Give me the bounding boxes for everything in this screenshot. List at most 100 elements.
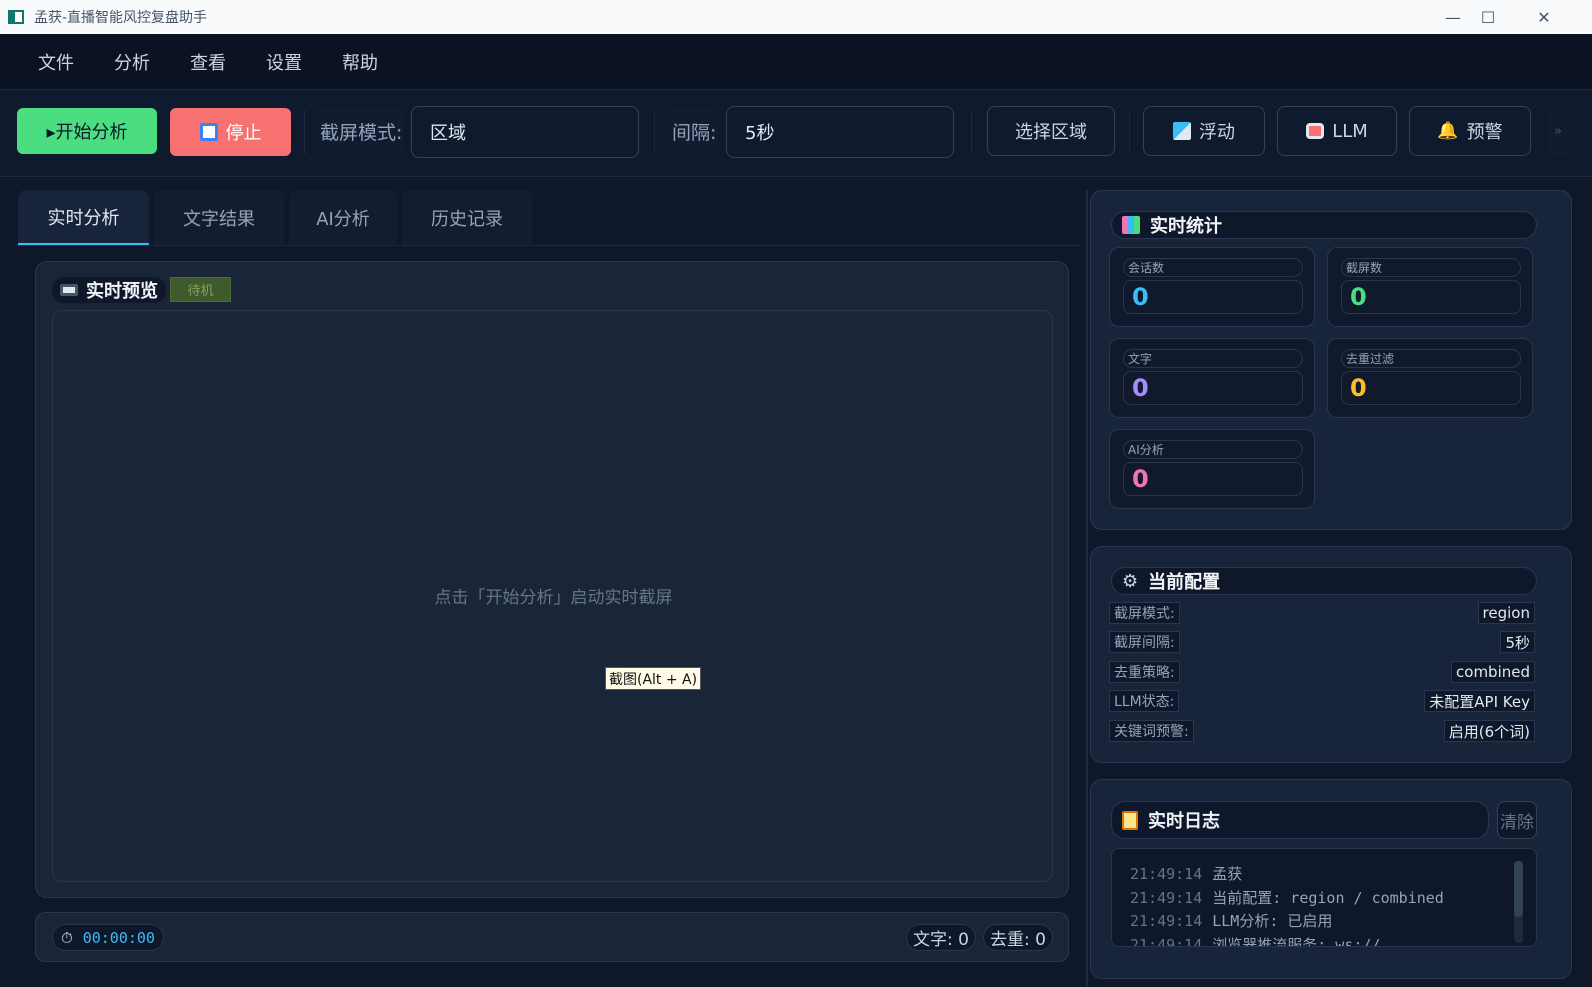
tab-text-results[interactable]: 文字结果 [154,190,284,246]
log-time: 21:49:14 [1130,888,1203,907]
stopwatch-icon: ⏱ [61,928,73,947]
title-bar: 孟获-直播智能风控复盘助手 — ☐ ✕ [0,0,1592,34]
status-badge: 待机 [170,277,231,302]
preview-title: 实时预览 [52,277,166,303]
log-time: 21:49:14 [1130,865,1203,883]
log-scroll-thumb[interactable] [1514,861,1523,917]
config-row: 截屏间隔: 5秒 [1109,631,1535,655]
preview-hint: 点击「开始分析」启动实时截屏 [434,588,673,608]
gear-icon: ⚙ [1122,570,1139,592]
log-output[interactable]: 21:49:14 孟获 21:49:14 当前配置: region / combin… [1111,848,1537,947]
log-message: LLM分析: 已启用 [1212,912,1333,930]
alert-button[interactable]: 🔔 预警 [1409,106,1531,156]
stat-screenshots: 截屏数 0 [1327,247,1533,327]
app-icon [8,10,24,24]
stat-label: 去重过滤 [1341,349,1521,368]
log-message: 孟获 [1212,865,1243,883]
toolbar-overflow-button[interactable]: » [1548,106,1568,156]
dedup-count: 去重: 0 [983,924,1053,951]
config-key: 去重策略: [1109,661,1180,683]
log-line: 21:49:14 LLM分析: 已启用 [1130,910,1536,934]
preview-card: 实时预览 待机 点击「开始分析」启动实时截屏 截图(Alt + A) [35,261,1069,898]
menu-help[interactable]: 帮助 [322,49,398,75]
divider [971,110,972,154]
panel-splitter[interactable] [1086,190,1088,987]
tab-realtime[interactable]: 实时分析 [18,190,149,246]
stat-text: 文字 0 [1109,338,1315,418]
interval-select[interactable]: 5秒 [726,106,954,158]
preview-title-label: 实时预览 [86,281,158,302]
stat-value: 0 [1123,280,1303,314]
close-button[interactable]: ✕ [1516,0,1572,34]
stop-button[interactable]: 停止 [170,108,291,156]
tab-history[interactable]: 历史记录 [402,190,532,246]
tab-ai-analysis[interactable]: AI分析 [289,190,397,246]
alert-label: 预警 [1466,122,1503,143]
robot-icon [1306,123,1325,139]
stop-label: 停止 [225,123,262,144]
toolbar: ▸开始分析 停止 截屏模式: 区域 间隔: 5秒 选择区域 浮动 LLM 🔔 预… [0,90,1592,177]
stop-icon [199,123,218,141]
menu-view[interactable]: 查看 [170,49,246,75]
status-bar: ⏱ 00:00:00 文字: 0 去重: 0 [35,912,1069,962]
bar-chart-icon [1122,216,1140,234]
config-row: LLM状态: 未配置API Key [1109,690,1535,714]
stat-value: 0 [1123,462,1303,496]
float-window-icon [1173,122,1191,140]
clear-log-button[interactable]: 清除 [1497,801,1537,839]
interval-label: 间隔: [670,108,719,154]
bell-icon: 🔔 [1437,121,1459,141]
config-row: 关键词预警: 启用(6个词) [1109,720,1535,744]
capture-mode-label: 截屏模式: [318,108,405,154]
left-panel: 实时分析 文字结果 AI分析 历史记录 实时预览 待机 点击「开始分析」启动实时… [0,178,1086,987]
timer-value: 00:00:00 [82,928,155,947]
maximize-button[interactable]: ☐ [1460,0,1516,34]
stat-value: 0 [1341,371,1521,405]
log-scrollbar[interactable] [1514,861,1523,943]
float-button[interactable]: 浮动 [1143,106,1265,156]
config-key: 截屏模式: [1109,602,1180,624]
menu-bar: 文件 分析 查看 设置 帮助 [0,34,1592,90]
config-row: 截屏模式: region [1109,602,1535,626]
clipboard-icon [1122,810,1138,830]
log-title: 实时日志 [1148,811,1220,832]
divider [304,110,305,154]
log-header: 实时日志 [1111,801,1489,839]
session-timer: ⏱ 00:00:00 [52,924,164,951]
screenshot-tooltip: 截图(Alt + A) [605,667,702,690]
start-analysis-button[interactable]: ▸开始分析 [17,108,157,154]
stat-label: AI分析 [1123,440,1303,459]
log-card: 实时日志 清除 21:49:14 孟获 21:49:14 当前配置: region … [1090,779,1572,979]
log-line: 21:49:14 孟获 [1130,863,1536,887]
config-title: 当前配置 [1148,572,1221,593]
menu-analysis[interactable]: 分析 [94,49,170,75]
config-header: ⚙ 当前配置 [1111,567,1537,595]
tab-bar: 实时分析 文字结果 AI分析 历史记录 [18,190,537,246]
select-region-button[interactable]: 选择区域 [987,106,1115,156]
float-label: 浮动 [1199,122,1235,143]
config-value: region [1477,602,1535,624]
config-value: 未配置API Key [1424,690,1535,712]
config-key: 关键词预警: [1109,720,1194,742]
stats-title: 实时统计 [1150,216,1222,237]
camera-icon [60,284,78,296]
divider [654,110,655,154]
config-key: 截屏间隔: [1109,631,1180,653]
log-message: 浏览器推流服务: ws:// [1212,935,1381,947]
llm-button[interactable]: LLM [1277,106,1397,156]
log-line: 21:49:14 浏览器推流服务: ws:// [1130,934,1536,947]
stat-sessions: 会话数 0 [1109,247,1315,327]
text-count: 文字: 0 [906,924,976,951]
capture-mode-select[interactable]: 区域 [411,106,639,158]
stats-header: 实时统计 [1111,211,1537,239]
preview-area[interactable]: 点击「开始分析」启动实时截屏 截图(Alt + A) [52,310,1053,882]
stats-card: 实时统计 会话数 0 截屏数 0 文字 0 去重过滤 0 AI分析 0 [1090,190,1572,530]
divider [1129,110,1130,154]
menu-settings[interactable]: 设置 [246,49,322,75]
config-card: ⚙ 当前配置 截屏模式: region 截屏间隔: 5秒 去重策略: combi… [1090,546,1572,763]
menu-file[interactable]: 文件 [18,49,94,75]
stat-label: 截屏数 [1341,258,1521,277]
stat-label: 会话数 [1123,258,1303,277]
stat-value: 0 [1341,280,1521,314]
config-value: combined [1451,661,1535,683]
